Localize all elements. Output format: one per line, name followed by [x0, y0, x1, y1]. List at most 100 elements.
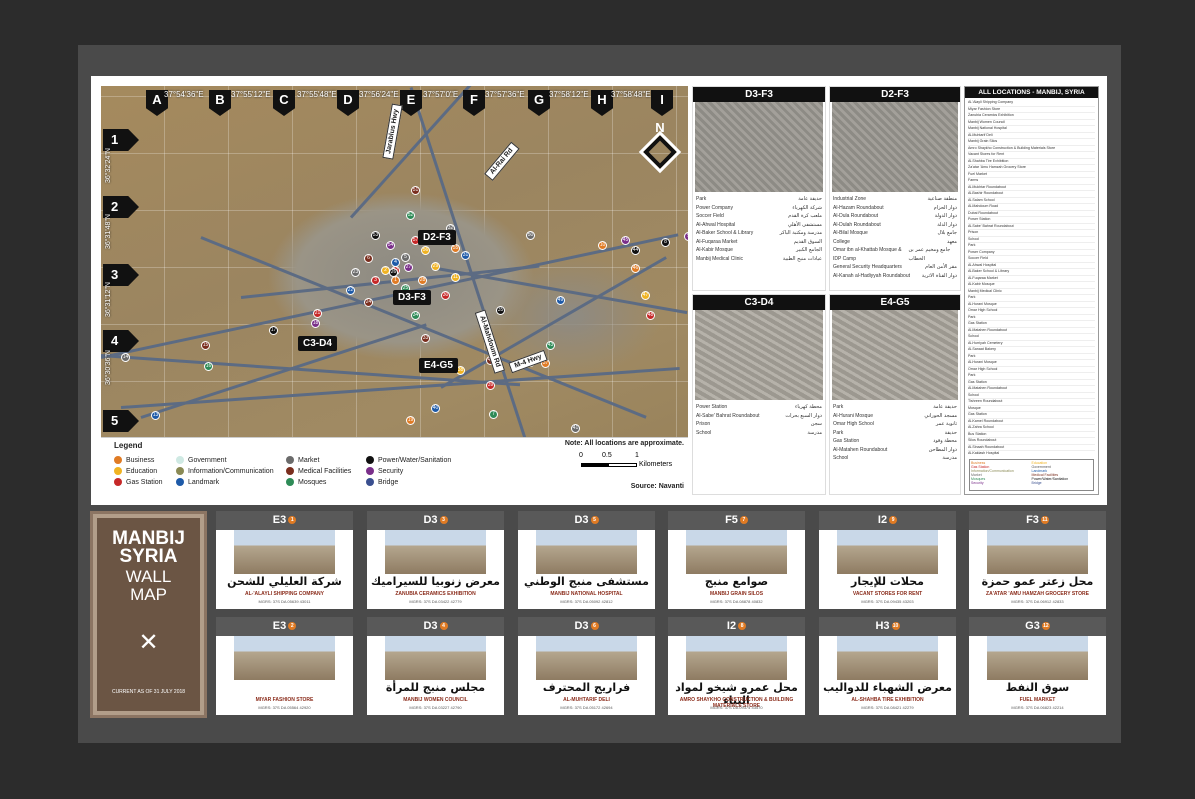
map-location-10[interactable]: 10 [598, 241, 607, 250]
map-location-46[interactable]: 46 [631, 264, 640, 273]
panel-location-row[interactable]: School مدرسة [833, 454, 957, 463]
panel-location-row[interactable]: Al-Hurani Mosque مسجد الحوراني [833, 412, 957, 421]
location-card[interactable]: D3 5 مستشفى منبج الوطني MANBIJ NATIONAL HOS… [518, 511, 655, 609]
scale-bar: 0 0.5 1 Kilometers [579, 452, 681, 474]
location-card[interactable]: D3 6 فراريج المحترف AL-MUHTARIF DELI MGRS: 3… [518, 617, 655, 715]
panel-e4-g5[interactable]: E4-G5 Park حديقة عامة Al-Hurani Mosque مسجد… [829, 294, 961, 495]
panel-location-row[interactable]: Al-Bilal Mosque جامع بلال [833, 229, 957, 238]
panel-d3-f3[interactable]: D3-F3 Park حديقة عامة Power Company شركة ال… [692, 86, 826, 291]
panel-location-row[interactable]: School مدرسة [696, 429, 822, 438]
index-row[interactable]: Al-Kaklash Hospital [968, 451, 1095, 456]
map-location-29[interactable]: 29 [431, 262, 440, 271]
panel-d2-f3[interactable]: D2-F3 Industrial Zone منطقة صناعية Al-Haza… [829, 86, 961, 291]
panel-location-row[interactable]: General Security Headquarters مقر الأمن ا… [833, 263, 957, 272]
index-name: Power Company [968, 249, 995, 254]
map-location-6[interactable]: 6 [364, 254, 373, 263]
area-callout-c3-d4[interactable]: C3-D4 [298, 336, 337, 351]
panel-location-row[interactable]: Al-Baker School & Library مدرسة ومكتبة ال… [696, 229, 822, 238]
panel-location-row[interactable]: Omar ibn al-Khattab Mosque & IDP Camp جام… [833, 246, 957, 263]
map-location-55[interactable]: 55 [451, 244, 460, 253]
map-location-5[interactable]: 5 [401, 253, 410, 262]
panel-location-row[interactable]: Al-Matahen Roundabout دوار المطاحن [833, 446, 957, 455]
index-name: Omar High School [968, 366, 998, 371]
map-location-35[interactable]: 35 [496, 306, 505, 315]
panel-location-row[interactable]: Power Station محطة كهرباء [696, 403, 822, 412]
map-location-31[interactable]: 31 [461, 251, 470, 260]
map-location-8[interactable]: 8 [661, 238, 670, 247]
map-location-34[interactable]: 34 [411, 311, 420, 320]
map-location-41[interactable]: 41 [571, 424, 580, 433]
map-location-33[interactable]: 33 [421, 334, 430, 343]
map-location-27[interactable]: 27 [404, 263, 413, 272]
map-location-53[interactable]: 53 [371, 231, 380, 240]
panel-location-row[interactable]: Al-Fuqaraa Market السوق القديم [696, 238, 822, 247]
map-location-44[interactable]: 44 [631, 246, 640, 255]
map-location-24[interactable]: 24 [364, 298, 373, 307]
panel-location-row[interactable]: Al-Dulah Roundabout دوار الدلة [833, 221, 957, 230]
panel-location-row[interactable]: Al-Kabir Mosque الجامع الكبير [696, 246, 822, 255]
map-location-3[interactable]: 3 [371, 276, 380, 285]
map-location-43[interactable]: 43 [546, 341, 555, 350]
map-location-50[interactable]: 50 [526, 231, 535, 240]
area-callout-e4-g5[interactable]: E4-G5 [419, 358, 458, 373]
location-card[interactable]: H3 10 معرض الشهباء للدواليب AL-SHAHBA TIRE … [819, 617, 956, 715]
city-map[interactable]: A B C D E F G H I 37°54'36"E 37°55'12"E 37°55'48"E 3… [101, 86, 688, 495]
map-location-39[interactable]: 39 [486, 381, 495, 390]
map-location-48[interactable]: 48 [646, 311, 655, 320]
panel-location-row[interactable]: Manbij Medical Clinic عيادات منبج الطبية [696, 255, 822, 264]
panel-location-row[interactable]: Gas Station محطة وقود [833, 437, 957, 446]
panel-location-row[interactable]: Power Company شركة الكهرباء [696, 204, 822, 213]
panel-location-row[interactable]: Al-Dula Roundabout دوار الدولة [833, 212, 957, 221]
location-card[interactable]: F3 11 محل زعتر عمو حمزة ZA'ATAR 'AMU HAMZAH… [969, 511, 1106, 609]
map-location-45[interactable]: 45 [621, 236, 630, 245]
panel-location-row[interactable]: Prison سجن [696, 420, 822, 429]
all-locations-index[interactable]: ALL LOCATIONS - MANBIJ, SYRIA Al-'Alayli… [964, 86, 1099, 495]
map-location-40[interactable]: 40 [431, 404, 440, 413]
panel-location-row[interactable]: Park حديقة عامة [833, 403, 957, 412]
area-callout-d3-f3[interactable]: D3-F3 [393, 290, 431, 305]
map-location-49[interactable]: 49 [556, 296, 565, 305]
panel-location-row[interactable]: College معهد [833, 238, 957, 247]
location-card[interactable]: G3 12 سوق النفط FUEL MARKET MGRS: 37S DA 068… [969, 617, 1106, 715]
map-location-1[interactable]: 1 [391, 276, 400, 285]
map-location-51[interactable]: 51 [411, 186, 420, 195]
map-location-54[interactable]: 54 [386, 241, 395, 250]
map-location-26[interactable]: 26 [389, 268, 398, 277]
map-location-28[interactable]: 28 [418, 276, 427, 285]
map-location-9[interactable]: 9 [684, 232, 688, 241]
panel-location-row[interactable]: Al-Ahwal Hospital مستشفى الأهلي [696, 221, 822, 230]
map-location-7[interactable]: 7 [489, 410, 498, 419]
map-location-22[interactable]: 22 [346, 286, 355, 295]
area-callout-d2-f3[interactable]: D2-F3 [418, 230, 456, 245]
panel-location-row[interactable]: Omar High School ثانوية عمر [833, 420, 957, 429]
location-card[interactable]: E3 2 MIYAR FASHION STORE MGRS: 37S DA 05564… [216, 617, 353, 715]
location-card[interactable]: D3 4 مجلس منبج للمرأة MANBIJ WOMEN COUNCIL M… [367, 617, 504, 715]
location-card[interactable]: D3 3 معرض زنوبيا للسيراميك ZANUBIA CERAMICS… [367, 511, 504, 609]
map-location-21[interactable]: 21 [313, 309, 322, 318]
map-location-19[interactable]: 19 [406, 416, 415, 425]
map-location-47[interactable]: 47 [641, 291, 650, 300]
panel-c3-d4[interactable]: C3-D4 Power Station محطة كهرباء Al-Sabe' B… [692, 294, 826, 495]
location-card[interactable]: F5 7 صوامع منبج MANBIJ GRAIN SILOS MGRS: 37S… [668, 511, 805, 609]
map-location-14[interactable]: 14 [121, 353, 130, 362]
panel-location-row[interactable]: Industrial Zone منطقة صناعية [833, 195, 957, 204]
map-location-18[interactable]: 18 [311, 319, 320, 328]
map-location-23[interactable]: 23 [351, 268, 360, 277]
panel-location-row[interactable]: Al-Hazam Roundabout دوار الحزام [833, 204, 957, 213]
map-location-16[interactable]: 16 [204, 362, 213, 371]
location-card[interactable]: I2 8 محل عمرو شيخو لمواد البناء AMRO SHAYKH… [668, 617, 805, 715]
map-location-11[interactable]: 11 [451, 273, 460, 282]
map-location-30[interactable]: 30 [441, 291, 450, 300]
map-location-13[interactable]: 13 [151, 411, 160, 420]
location-card[interactable]: E3 1 شركة العليلي للشحن AL-'ALAYLI SHIPPING… [216, 511, 353, 609]
panel-location-row[interactable]: Al-Sabe' Bahrat Roundabout دوار السبع بحر… [696, 412, 822, 421]
map-location-17[interactable]: 17 [269, 326, 278, 335]
panel-location-row[interactable]: Al-Kanah al-Hadiyyah Roundabout دوار القن… [833, 272, 957, 281]
map-location-56[interactable]: 56 [421, 246, 430, 255]
panel-location-row[interactable]: Soccer Field ملعب كرة القدم [696, 212, 822, 221]
panel-location-row[interactable]: Park حديقة عامة [696, 195, 822, 204]
location-card[interactable]: I2 9 محلات للإيجار VACANT STORES FOR RENT MG… [819, 511, 956, 609]
map-location-15[interactable]: 15 [201, 341, 210, 350]
panel-location-row[interactable]: Park حديقة [833, 429, 957, 438]
map-location-52[interactable]: 52 [406, 211, 415, 220]
